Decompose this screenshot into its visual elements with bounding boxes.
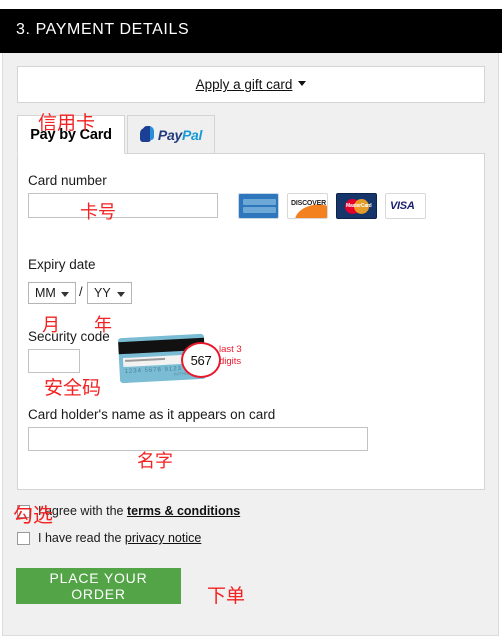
tab-pay-by-card-label: Pay by Card bbox=[30, 126, 112, 143]
chevron-down-icon[interactable] bbox=[61, 292, 69, 297]
privacy-agreement-row: I have read the privacy notice bbox=[17, 531, 201, 545]
privacy-checkbox[interactable] bbox=[17, 531, 30, 545]
terms-agreement-text: I agree with the terms & conditions bbox=[38, 504, 240, 518]
cvv-hint-line-2: digits bbox=[219, 356, 242, 367]
terms-agreement-row: I agree with the terms & conditions bbox=[17, 504, 240, 518]
paypal-mark-icon bbox=[139, 126, 155, 143]
mastercard-icon: MasterCard bbox=[336, 193, 377, 219]
expiry-separator: / bbox=[79, 284, 83, 299]
expiry-date-label: Expiry date bbox=[28, 257, 96, 272]
place-order-button[interactable]: PLACE YOUR ORDER bbox=[16, 568, 181, 604]
paypal-logo: PayPal bbox=[139, 126, 202, 143]
apply-gift-card-inner: Apply a gift card bbox=[18, 67, 484, 102]
payment-details-page: 3. PAYMENT DETAILS Apply a gift card Pay… bbox=[0, 0, 502, 638]
payment-method-tabs: Pay by Card PayPal bbox=[17, 115, 485, 154]
discover-icon: DISCOVER bbox=[287, 193, 328, 219]
security-code-label: Security code bbox=[28, 329, 110, 344]
card-number-label: Card number bbox=[28, 173, 107, 188]
card-holder-name-input[interactable] bbox=[28, 427, 368, 451]
discover-icon-text: DISCOVER bbox=[291, 200, 326, 207]
terms-prefix: I agree with the bbox=[38, 504, 127, 518]
paypal-word-pay: Pay bbox=[157, 126, 182, 143]
visa-icon: VISA bbox=[385, 193, 426, 219]
chevron-down-icon[interactable] bbox=[298, 81, 307, 86]
accepted-card-brands: DISCOVER MasterCard VISA bbox=[238, 193, 428, 220]
visa-icon-text: VISA bbox=[390, 200, 415, 212]
expiry-month-value: MM bbox=[35, 286, 56, 300]
apply-gift-card-bar[interactable]: Apply a gift card bbox=[17, 66, 485, 103]
card-number-input[interactable] bbox=[28, 193, 218, 218]
expiry-month-select[interactable]: MM bbox=[28, 282, 76, 304]
page-title: 3. PAYMENT DETAILS bbox=[16, 21, 190, 38]
tab-pay-by-card[interactable]: Pay by Card bbox=[17, 115, 125, 154]
card-holder-name-label: Card holder's name as it appears on card bbox=[28, 407, 276, 422]
security-code-input[interactable] bbox=[28, 349, 80, 373]
chevron-down-icon[interactable] bbox=[117, 292, 125, 297]
terms-and-conditions-link[interactable]: terms & conditions bbox=[127, 504, 240, 518]
paypal-wordmark: PayPal bbox=[158, 127, 202, 143]
paypal-word-pal: Pal bbox=[181, 126, 203, 143]
cvv-hint-text: last 3 digits bbox=[219, 344, 242, 368]
privacy-prefix: I have read the bbox=[38, 531, 125, 545]
section-header: 3. PAYMENT DETAILS bbox=[0, 9, 502, 53]
terms-checkbox[interactable] bbox=[17, 504, 30, 518]
cvv-hint-line-1: last 3 bbox=[219, 344, 242, 355]
tab-paypal[interactable]: PayPal bbox=[127, 115, 215, 154]
cvv-highlight-circle: 567 bbox=[181, 342, 221, 378]
expiry-year-value: YY bbox=[94, 286, 111, 300]
expiry-year-select[interactable]: YY bbox=[87, 282, 132, 304]
privacy-notice-link[interactable]: privacy notice bbox=[125, 531, 201, 545]
privacy-agreement-text: I have read the privacy notice bbox=[38, 531, 201, 545]
mastercard-icon-text: MasterCard bbox=[346, 203, 372, 209]
apply-gift-card-link[interactable]: Apply a gift card bbox=[196, 77, 293, 92]
american-express-icon bbox=[238, 193, 279, 219]
cvv-example-digits: 567 bbox=[190, 352, 212, 368]
